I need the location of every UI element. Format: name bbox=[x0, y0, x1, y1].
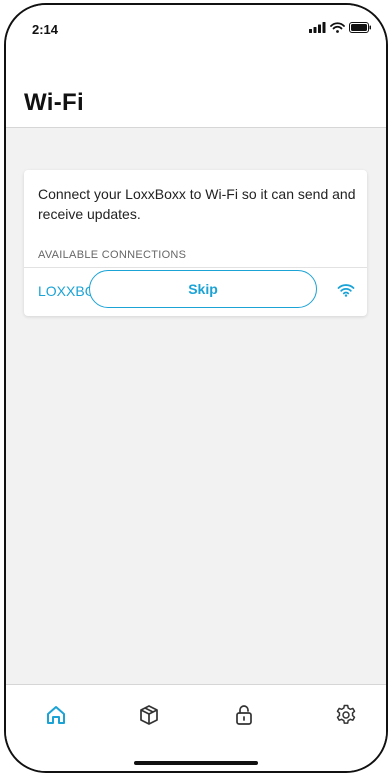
skip-button[interactable]: Skip bbox=[89, 270, 317, 308]
top-area: 2:14 Wi-Fi bbox=[6, 5, 386, 128]
status-icons bbox=[309, 22, 372, 33]
status-bar: 2:14 bbox=[6, 5, 386, 49]
signal-icon bbox=[309, 22, 326, 33]
section-header: AVAILABLE CONNECTIONS bbox=[38, 249, 187, 261]
home-icon[interactable] bbox=[44, 703, 68, 727]
card-description: Connect your LoxxBoxx to Wi-Fi so it can… bbox=[38, 186, 356, 222]
status-time: 2:14 bbox=[32, 22, 59, 37]
battery-icon bbox=[349, 22, 371, 33]
wifi-icon bbox=[330, 22, 345, 33]
home-indicator[interactable] bbox=[134, 761, 258, 765]
package-icon[interactable] bbox=[137, 703, 161, 727]
phone-frame: 2:14 Wi-Fi Connect your LoxxBoxx to Wi-F… bbox=[4, 3, 388, 773]
page-title: Wi-Fi bbox=[24, 89, 84, 116]
tab-bar bbox=[6, 684, 386, 771]
gear-icon[interactable] bbox=[334, 703, 358, 727]
lock-icon[interactable] bbox=[232, 703, 256, 727]
wifi-icon bbox=[337, 284, 355, 297]
